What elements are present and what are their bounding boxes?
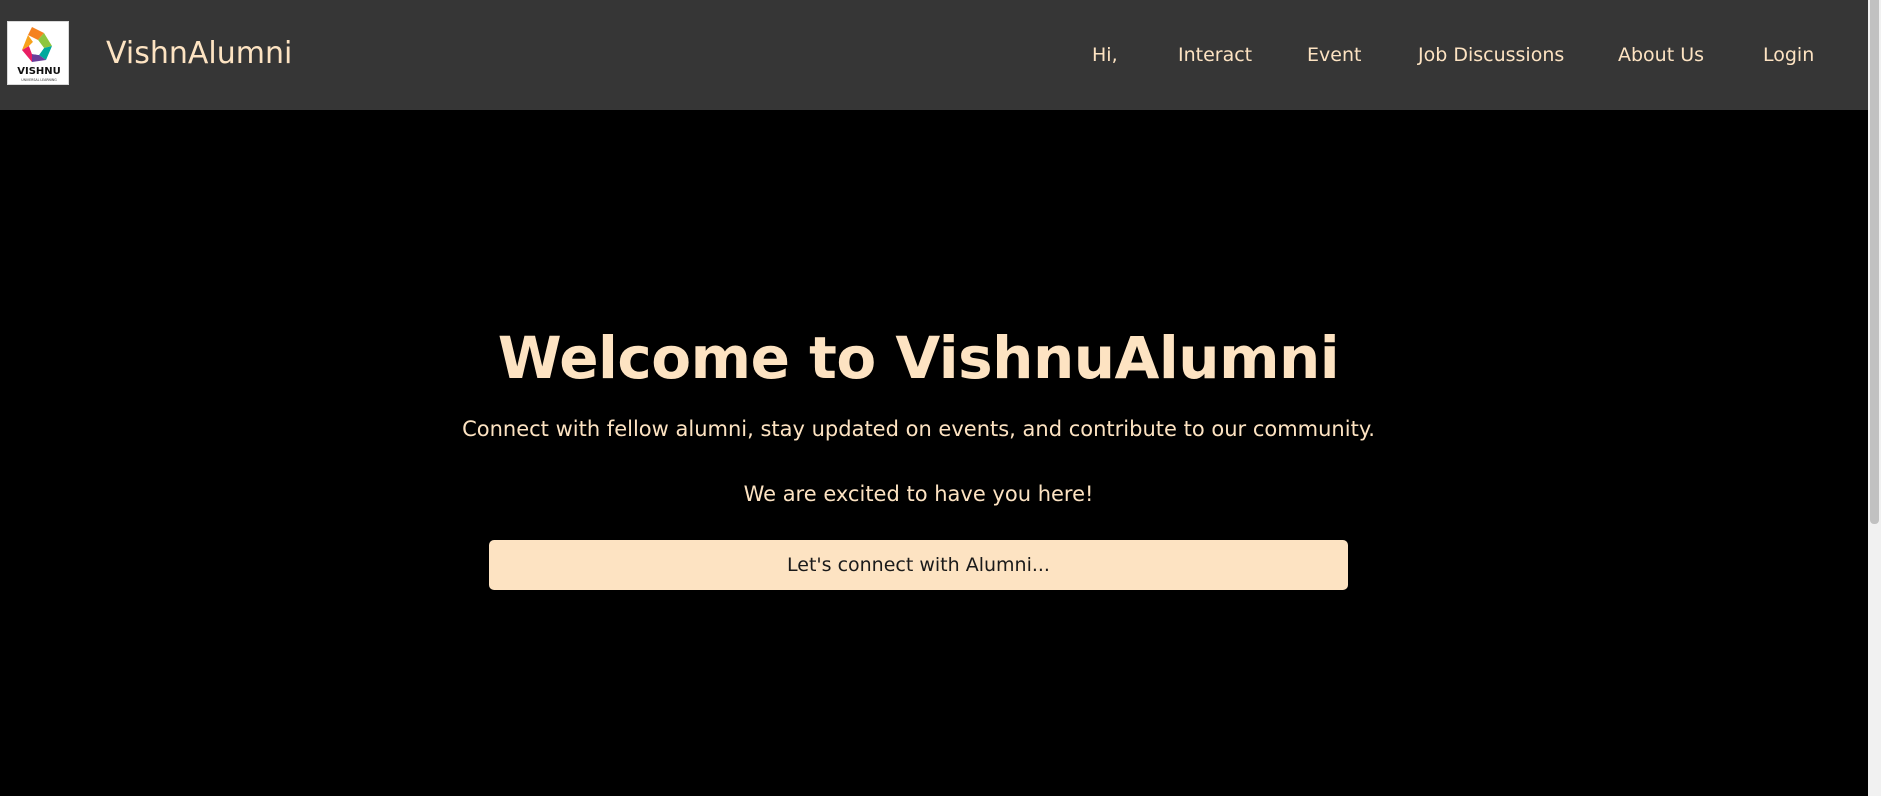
- brand-name[interactable]: VishnAlumni: [106, 34, 292, 74]
- vishnu-logo-icon[interactable]: VISHNU UNIVERSAL LEARNING: [7, 21, 69, 85]
- hero-subtitle: Connect with fellow alumni, stay updated…: [462, 417, 1375, 441]
- logo-tagline: UNIVERSAL LEARNING: [21, 78, 57, 82]
- page: VISHNU UNIVERSAL LEARNING VishnAlumni Hi…: [0, 0, 1881, 796]
- scrollbar-thumb[interactable]: [1870, 0, 1879, 524]
- nav-item-job-discussions[interactable]: Job Discussions: [1418, 41, 1564, 69]
- navbar: VISHNU UNIVERSAL LEARNING VishnAlumni Hi…: [0, 0, 1868, 110]
- vertical-scrollbar[interactable]: [1868, 0, 1881, 796]
- nav-item-about-us[interactable]: About Us: [1618, 41, 1704, 69]
- logo-text: VISHNU: [17, 66, 61, 77]
- nav-item-interact[interactable]: Interact: [1178, 41, 1252, 69]
- hero-title: Welcome to VishnuAlumni: [497, 324, 1340, 392]
- connect-with-alumni-button[interactable]: Let's connect with Alumni...: [489, 540, 1348, 590]
- nav-item-event[interactable]: Event: [1307, 41, 1361, 69]
- nav-item-greeting[interactable]: Hi,: [1092, 41, 1118, 69]
- nav-item-login[interactable]: Login: [1763, 41, 1814, 69]
- hero-tagline: We are excited to have you here!: [743, 482, 1094, 506]
